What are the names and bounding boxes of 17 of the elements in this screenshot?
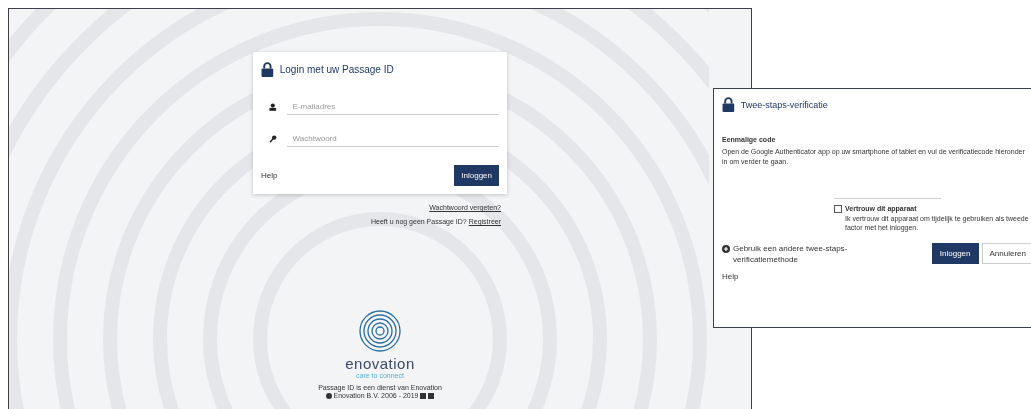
- key-icon: [269, 135, 277, 143]
- card-title: Login met uw Passage ID: [279, 64, 394, 75]
- cancel-button[interactable]: Annuleren: [981, 243, 1031, 265]
- user-icon: [269, 103, 277, 111]
- help-link[interactable]: Help: [261, 171, 278, 180]
- trust-checkbox[interactable]: [834, 204, 842, 213]
- padlock-icon: [722, 97, 735, 112]
- brand-name: enovation: [345, 355, 415, 372]
- padlock-icon: [261, 62, 274, 77]
- other-method-link[interactable]: Gebruik een andere twee-staps-verificatiemethode: [733, 243, 903, 266]
- concentric-logo-icon: [358, 309, 402, 353]
- dialog-help-link[interactable]: Help: [722, 271, 1031, 281]
- dialog-title: Twee-staps-verificatie: [740, 99, 828, 110]
- login-button[interactable]: Inloggen: [454, 165, 499, 186]
- social-icons[interactable]: [420, 392, 435, 399]
- dialog-login-button[interactable]: Inloggen: [931, 243, 979, 265]
- plus-circle-icon: [722, 245, 730, 254]
